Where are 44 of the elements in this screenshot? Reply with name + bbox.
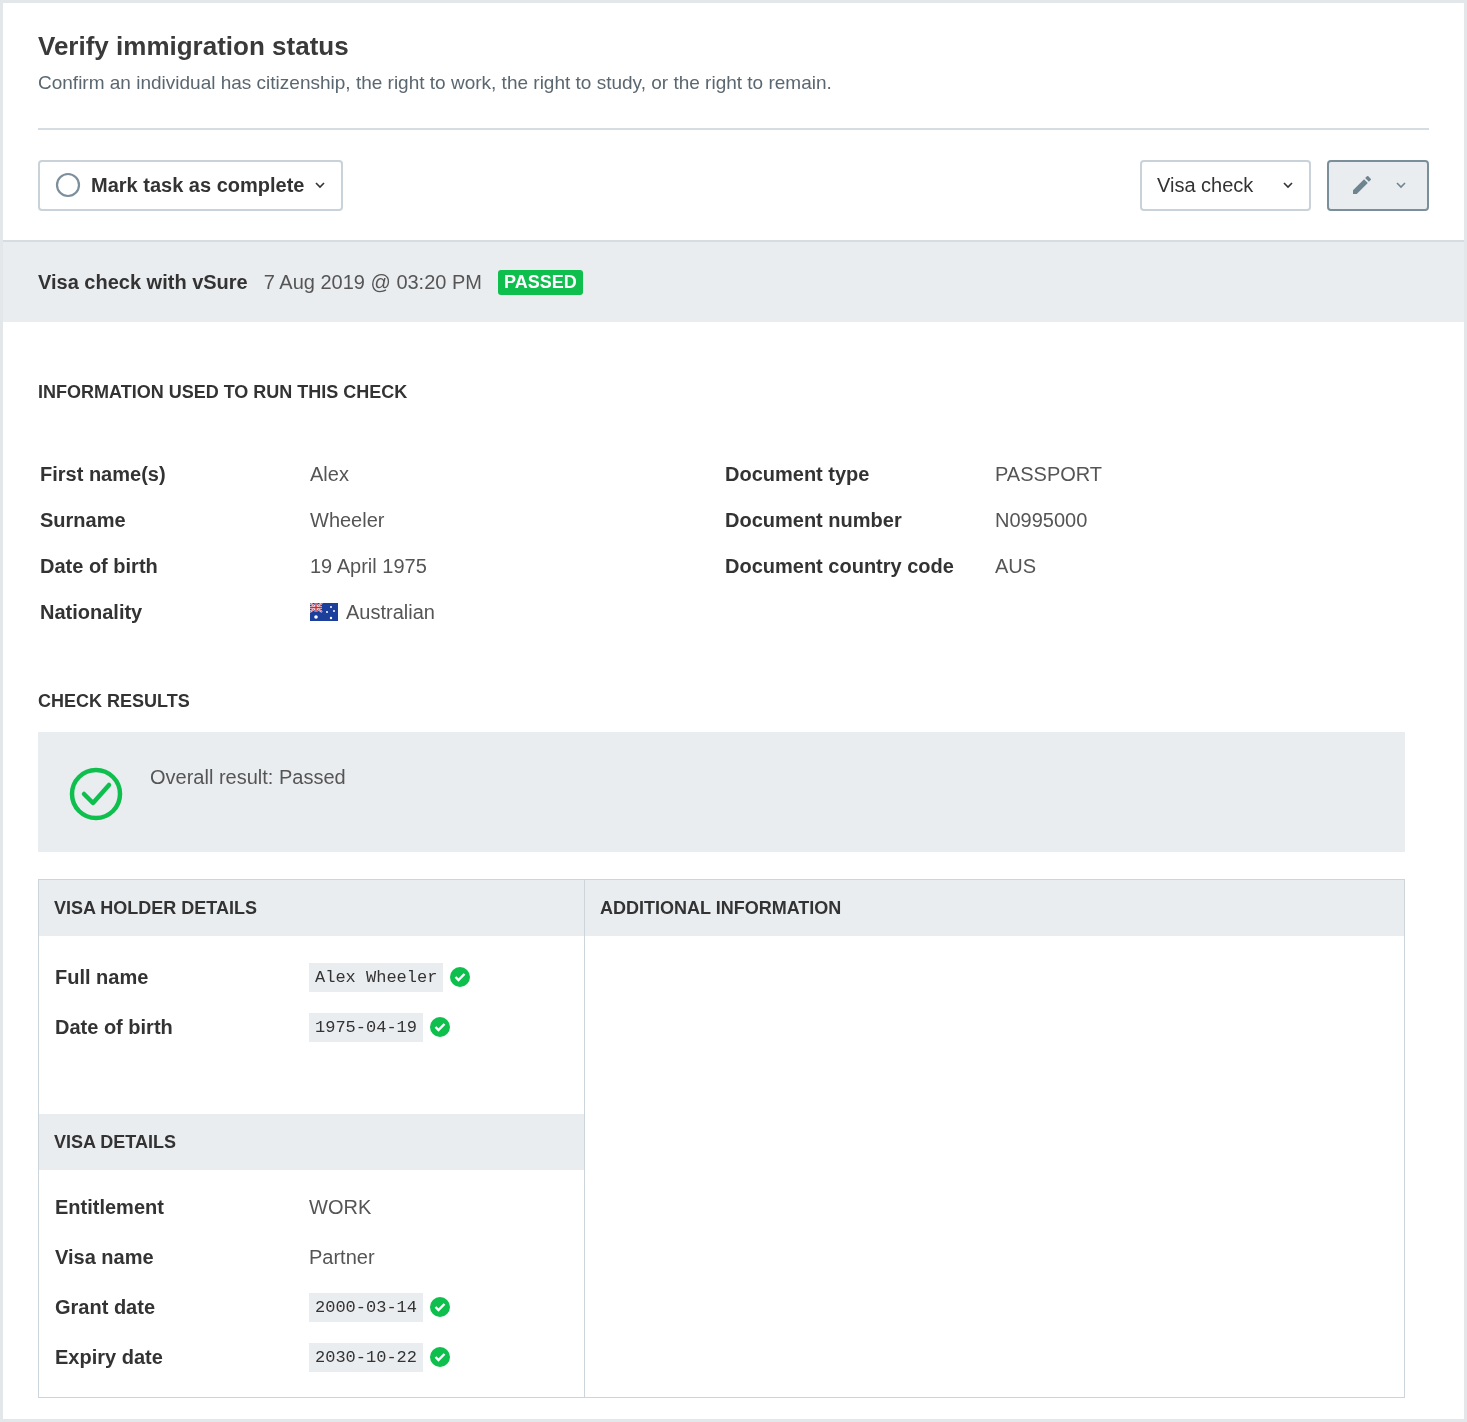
field-value: Wheeler	[310, 508, 385, 532]
row-value: 2030-10-22	[309, 1342, 424, 1372]
row-label: Entitlement	[55, 1195, 165, 1219]
page-subtitle: Confirm an individual has citizenship, the right to work, the right to study, or the right to remain.	[38, 72, 833, 94]
field-value: N0995000	[995, 508, 1088, 532]
row-value: Alex Wheeler	[309, 962, 444, 992]
row-label: Full name	[55, 965, 150, 989]
caret-icon	[1282, 181, 1294, 189]
row-value: 1975-04-19	[309, 1012, 424, 1042]
field-label: Surname	[39, 508, 127, 532]
field-label: First name(s)	[39, 462, 167, 486]
row-value: WORK	[309, 1195, 372, 1219]
section-heading: INFORMATION USED TO RUN THIS CHECK	[38, 382, 409, 403]
caret-icon	[1394, 181, 1407, 189]
status-badge: PASSED	[498, 269, 583, 295]
table-heading: ADDITIONAL INFORMATION	[585, 880, 1404, 936]
section-heading: CHECK RESULTS	[38, 691, 191, 712]
table-heading: VISA DETAILS	[39, 1114, 584, 1170]
row-label: Visa name	[55, 1245, 155, 1269]
overall-result: Overall result: Passed	[150, 766, 346, 789]
field-value: AUS	[995, 554, 1037, 578]
caret-icon	[314, 181, 327, 189]
row-label: Date of birth	[55, 1015, 174, 1039]
page-title: Verify immigration status	[38, 31, 350, 62]
field-label: Document number	[724, 508, 903, 532]
field-label: Document type	[724, 462, 871, 486]
field-value: Alex	[310, 462, 349, 486]
row-value: Partner	[309, 1245, 375, 1269]
row-label: Expiry date	[55, 1345, 164, 1369]
field-value: 19 April 1975	[310, 554, 427, 578]
check-title: Visa check with vSure	[38, 270, 248, 294]
field-value: Australian	[346, 600, 435, 624]
field-label: Date of birth	[39, 554, 159, 578]
circle-icon	[55, 172, 81, 198]
mark-complete-button[interactable]: Mark task as complete	[38, 159, 344, 211]
check-timestamp: 7 Aug 2019 @ 03:20 PM	[263, 270, 482, 294]
field-value: PASSPORT	[995, 462, 1103, 486]
field-label: Document country code	[724, 554, 955, 578]
field-label: Nationality	[39, 600, 144, 624]
edit-menu-button[interactable]	[1327, 159, 1429, 211]
table-heading: VISA HOLDER DETAILS	[39, 880, 584, 936]
row-value: 2000-03-14	[309, 1292, 424, 1322]
check-type-dropdown[interactable]: Visa check	[1140, 159, 1311, 211]
row-label: Grant date	[55, 1295, 157, 1319]
